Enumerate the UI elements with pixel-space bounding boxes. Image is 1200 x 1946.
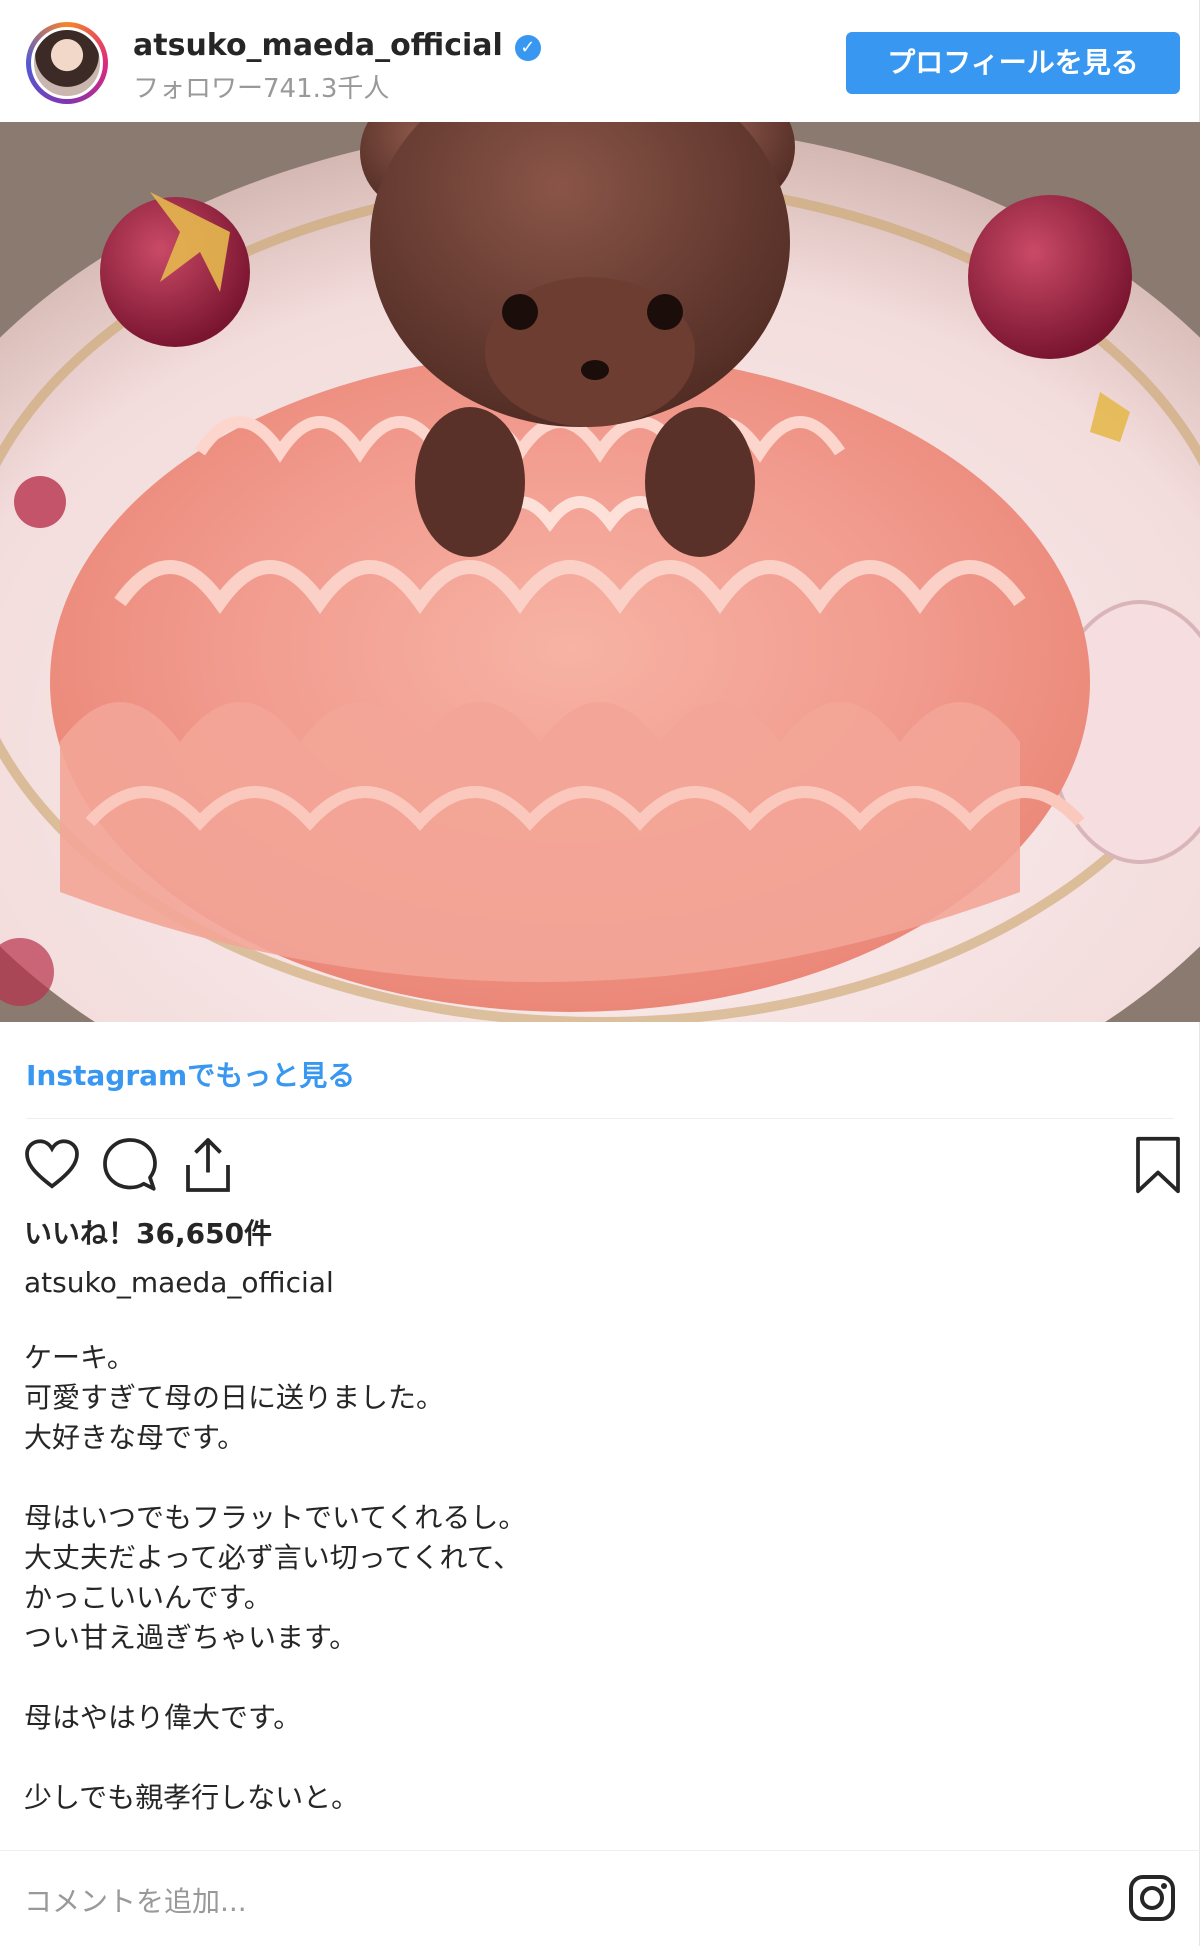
divider [0,1850,1200,1851]
caption-line: 大丈夫だよって必ず言い切ってくれて、 [24,1541,522,1574]
caption-text: ケーキ。 可愛すぎて母の日に送りました。 大好きな母です。 母はいつでもフラット… [24,1338,1164,1818]
username[interactable]: atsuko_maeda_official [133,28,503,63]
avatar[interactable] [26,22,108,104]
caption-line: 母はやはり偉大です。 [24,1701,302,1734]
comment-bar: コメントを追加... [0,1852,1200,1946]
caption-line: かっこいいんです。 [24,1581,272,1614]
add-comment-input[interactable]: コメントを追加... [24,1880,247,1920]
caption-line: 可愛すぎて母の日に送りました。 [24,1381,445,1414]
ruffle-cake [50,352,1090,1012]
post-header: atsuko_maeda_official ✓ フォロワー741.3千人 プロフィ… [0,0,1200,122]
verified-badge-icon: ✓ [514,35,541,61]
caption-line: つい甘え過ぎちゃいます。 [24,1621,358,1654]
bookmark-icon[interactable] [1128,1135,1188,1195]
action-bar [0,1135,1200,1205]
comment-icon[interactable] [100,1135,160,1195]
caption-line: 大好きな母です。 [24,1421,246,1454]
like-count[interactable]: いいね！36,650件 [24,1212,272,1252]
username-row[interactable]: atsuko_maeda_official ✓ [133,28,541,63]
view-profile-button[interactable]: プロフィールを見る [846,32,1180,94]
caption-username[interactable]: atsuko_maeda_official [24,1266,334,1299]
instagram-embed: atsuko_maeda_official ✓ フォロワー741.3千人 プロフィ… [0,0,1200,1946]
view-more-on-instagram-link[interactable]: Instagramでもっと見る [26,1054,355,1094]
instagram-icon[interactable] [1128,1874,1176,1922]
divider [26,1118,1174,1119]
caption-line: ケーキ。 [24,1341,135,1374]
heart-icon[interactable] [22,1135,82,1195]
avatar-image [31,27,103,99]
caption-line: 少しでも親孝行しないと。 [24,1781,360,1814]
cake-photo-illustration [0,122,1200,1022]
follower-count: フォロワー741.3千人 [133,74,390,104]
caption-line: 母はいつでもフラットでいてくれるし。 [24,1501,527,1534]
post-photo[interactable] [0,122,1200,1022]
share-icon[interactable] [178,1135,238,1195]
raspberry-right [968,195,1132,359]
